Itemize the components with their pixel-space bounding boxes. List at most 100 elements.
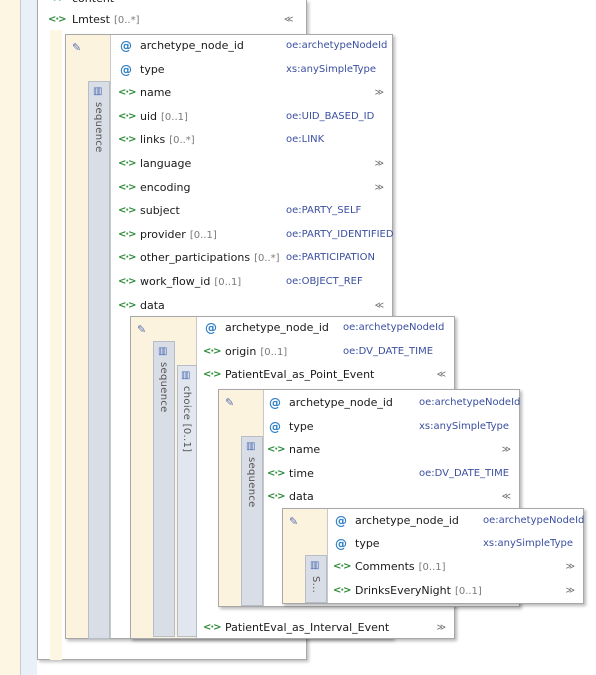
row-name: provider bbox=[140, 227, 186, 241]
row-name: DrinksEveryNight bbox=[355, 583, 451, 597]
expand-chevron-icon[interactable]: ≫ bbox=[437, 619, 446, 637]
row-name: type bbox=[289, 419, 314, 433]
content-label: content bbox=[72, 0, 114, 8]
row-archetype-node-id[interactable]: @ archetype_node_id oe:archetypeNodeId bbox=[333, 512, 584, 530]
row-origin[interactable]: <·> origin [0..1] oe:DV_DATE_TIME bbox=[203, 343, 450, 361]
attribute-icon: @ bbox=[269, 396, 281, 410]
row-cardinality: [0..1] bbox=[454, 585, 482, 597]
row-data[interactable]: <·> data ≪ bbox=[118, 297, 388, 315]
row-cardinality: [0..1] bbox=[161, 111, 188, 123]
row-language[interactable]: <·> language ≫ bbox=[118, 155, 388, 173]
row-name: origin bbox=[225, 344, 257, 358]
row-name[interactable]: <·> name ≫ bbox=[267, 441, 515, 459]
row-name: time bbox=[289, 466, 314, 480]
collapse-chevron-icon[interactable]: ≪ bbox=[375, 297, 384, 315]
item-tree-complex-type-box: ✎ ▥ S... @ archetype_node_id oe:archetypeN… bbox=[282, 508, 584, 604]
attribute-icon: @ bbox=[120, 39, 132, 53]
sequence-compositor[interactable]: ▥ S... bbox=[305, 555, 327, 603]
lmtest-strip bbox=[50, 30, 62, 660]
attribute-icon: @ bbox=[269, 419, 281, 434]
model-group-icon[interactable]: ✎ bbox=[137, 323, 153, 337]
row-provider[interactable]: <·> provider [0..1] oe:PARTY_IDENTIFIED bbox=[118, 226, 394, 244]
row-archetype-node-id[interactable]: @ archetype_node_id oe:archetypeNodeId bbox=[118, 37, 388, 55]
expand-chevron-icon[interactable]: ≫ bbox=[375, 155, 384, 173]
row-comments[interactable]: <·> Comments [0..1] ≫ bbox=[333, 558, 579, 576]
row-type: xs:anySimpleType bbox=[483, 538, 573, 550]
lmtest-cardinality: [0..*] bbox=[113, 15, 140, 26]
sequence-compositor[interactable]: ▥ sequence bbox=[153, 341, 175, 637]
row-type: oe:PARTY_IDENTIFIED bbox=[286, 228, 394, 240]
row-work-flow-id[interactable]: <·> work_flow_id [0..1] oe:OBJECT_REF bbox=[118, 273, 388, 291]
sequence-label: sequence bbox=[158, 362, 169, 413]
row-archetype-node-id[interactable]: @ archetype_node_id oe:archetypeNodeId bbox=[267, 394, 520, 412]
row-name: name bbox=[140, 86, 172, 100]
row-name: Comments bbox=[355, 560, 415, 574]
row-patienteval-as-point-event[interactable]: <·> PatientEval_as_Point_Event ≪ bbox=[203, 366, 450, 384]
element-icon: <·> bbox=[267, 444, 286, 455]
lmtest-row[interactable]: <·> Lmtest [0..*] ≪ bbox=[48, 11, 298, 29]
element-icon: <·> bbox=[267, 467, 286, 479]
row-name: language bbox=[140, 157, 192, 170]
collapse-chevron-icon[interactable]: ≪ bbox=[437, 366, 446, 384]
row-cardinality: [0..1] bbox=[260, 346, 288, 358]
choice-label: choice [0..1] bbox=[181, 386, 192, 453]
row-name: archetype_node_id bbox=[225, 321, 329, 334]
sequence-icon: ▥ bbox=[158, 346, 168, 357]
sequence-label: sequence bbox=[93, 102, 104, 153]
collapse-chevron-icon[interactable]: ≪ bbox=[502, 488, 511, 506]
row-cardinality: [0..*] bbox=[169, 135, 195, 147]
model-group-icon[interactable]: ✎ bbox=[225, 396, 241, 410]
lmtest-label: Lmtest bbox=[72, 13, 110, 26]
row-name: encoding bbox=[140, 180, 191, 194]
row-patienteval-as-interval-event[interactable]: <·> PatientEval_as_Interval_Event ≫ bbox=[203, 619, 450, 637]
element-icon: <·> bbox=[48, 0, 67, 8]
element-icon: <·> bbox=[118, 228, 137, 240]
expand-chevron-icon[interactable]: ≫ bbox=[502, 441, 511, 459]
row-name: type bbox=[140, 62, 165, 76]
outer-left-strip bbox=[0, 0, 20, 675]
row-type[interactable]: @ type xs:anySimpleType bbox=[333, 535, 579, 553]
element-icon: <·> bbox=[203, 622, 222, 633]
sequence-compositor[interactable]: ▥ sequence bbox=[241, 436, 263, 606]
element-icon: <·> bbox=[203, 345, 222, 357]
content-row[interactable]: <·> content bbox=[48, 0, 248, 8]
row-type: oe:PARTICIPATION bbox=[286, 252, 375, 264]
row-data[interactable]: <·> data ≪ bbox=[267, 488, 515, 506]
row-name: archetype_node_id bbox=[289, 396, 393, 409]
row-cardinality: [0..1] bbox=[418, 562, 446, 574]
row-name[interactable]: <·> name ≫ bbox=[118, 84, 388, 102]
row-cardinality: [0..1] bbox=[214, 277, 242, 288]
model-group-icon[interactable]: ✎ bbox=[72, 41, 88, 55]
row-name: archetype_node_id bbox=[140, 39, 244, 52]
row-type: oe:LINK bbox=[286, 134, 325, 146]
row-time[interactable]: <·> time oe:DV_DATE_TIME bbox=[267, 465, 515, 483]
row-subject[interactable]: <·> subject oe:PARTY_SELF bbox=[118, 202, 388, 220]
row-type: xs:anySimpleType bbox=[286, 63, 376, 75]
attribute-icon: @ bbox=[335, 537, 347, 552]
element-icon: <·> bbox=[118, 252, 137, 264]
row-name: other_participations bbox=[140, 251, 251, 265]
row-type[interactable]: @ type xs:anySimpleType bbox=[267, 418, 515, 436]
row-cardinality: [0..1] bbox=[189, 229, 217, 241]
row-type: oe:UID_BASED_ID bbox=[286, 110, 375, 122]
row-other-participations[interactable]: <·> other_participations [0..*] oe:PARTICIP… bbox=[118, 249, 388, 267]
model-group-icon[interactable]: ✎ bbox=[289, 515, 305, 529]
collapse-chevron-icon[interactable]: ≪ bbox=[284, 11, 293, 29]
choice-compositor[interactable]: ▥ choice [0..1] bbox=[177, 365, 197, 637]
row-encoding[interactable]: <·> encoding ≫ bbox=[118, 179, 388, 197]
expand-chevron-icon[interactable]: ≫ bbox=[566, 582, 575, 600]
row-type: oe:archetypeNodeId bbox=[483, 515, 585, 526]
row-archetype-node-id[interactable]: @ archetype_node_id oe:archetypeNodeId bbox=[203, 319, 450, 337]
sequence-icon: ▥ bbox=[310, 560, 320, 571]
sequence-compositor[interactable]: ▥ sequence bbox=[88, 81, 110, 639]
element-icon: <·> bbox=[203, 369, 222, 380]
row-type[interactable]: @ type xs:anySimpleType bbox=[118, 61, 388, 79]
element-icon: <·> bbox=[118, 134, 137, 146]
row-uid[interactable]: <·> uid [0..1] oe:UID_BASED_ID bbox=[118, 108, 388, 126]
row-name: uid bbox=[140, 109, 158, 123]
expand-chevron-icon[interactable]: ≫ bbox=[566, 558, 575, 576]
row-links[interactable]: <·> links [0..*] oe:LINK bbox=[118, 131, 388, 149]
row-drinkseverynight[interactable]: <·> DrinksEveryNight [0..1] ≫ bbox=[333, 582, 579, 600]
expand-chevron-icon[interactable]: ≫ bbox=[375, 179, 384, 197]
expand-chevron-icon[interactable]: ≫ bbox=[375, 84, 384, 102]
